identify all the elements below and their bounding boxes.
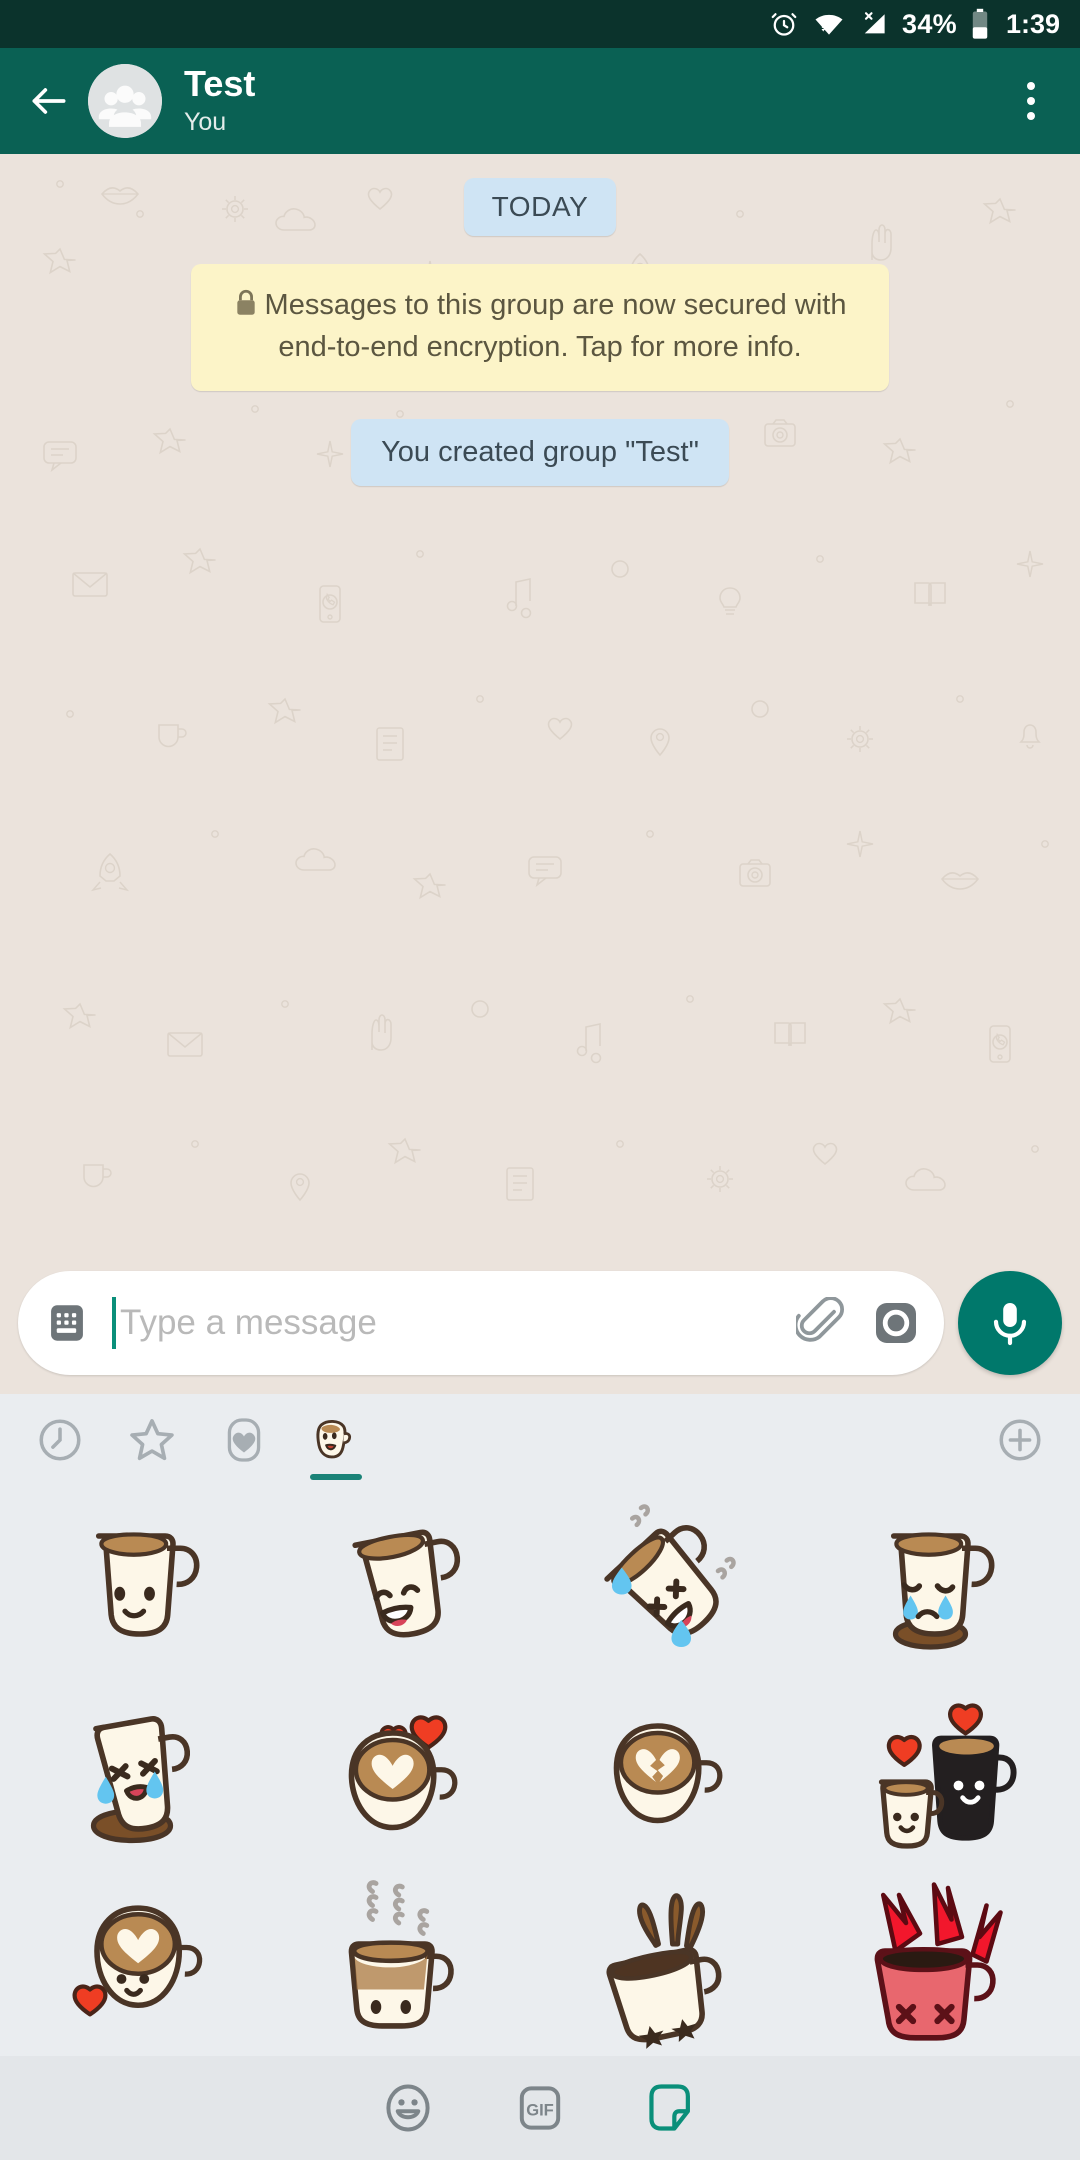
sticker-steaming-cup[interactable] [275,1866,540,2056]
chat-title: Test [184,63,256,105]
chat-message-area: TODAY Messages to this group are now sec… [0,154,1080,1394]
gif-tab-button[interactable]: GIF [503,2071,577,2145]
emoji-tab-button[interactable] [371,2071,445,2145]
picker-bottom-bar: GIF [0,2056,1080,2160]
sticker-crying-cup[interactable] [805,1486,1070,1676]
system-message-bubble: You created group "Test" [351,418,729,486]
date-divider-chip: TODAY [463,178,617,236]
battery-icon [970,8,990,40]
sticker-smiling-cup[interactable] [10,1486,275,1676]
sticker-tab-recents[interactable] [14,1394,106,1486]
lock-icon [234,289,258,328]
voice-record-button[interactable] [958,1271,1062,1375]
sticker-tab-starred[interactable] [106,1394,198,1486]
clock-time-label: 1:39 [1005,8,1060,39]
heart-icon [227,1418,261,1462]
plus-icon [999,1419,1041,1461]
keyboard-icon[interactable] [44,1300,90,1346]
encryption-notice-bubble[interactable]: Messages to this group are now secured w… [191,264,889,391]
sticker-latte-heart-cup[interactable] [275,1676,540,1866]
sticker-broken-heart-latte[interactable] [540,1676,805,1866]
encryption-notice-text: Messages to this group are now secured w… [264,289,847,363]
cellular-no-sim-icon [859,9,889,39]
group-avatar-icon [88,64,162,138]
camera-button[interactable] [870,1297,922,1349]
attach-button[interactable] [796,1297,848,1349]
sticker-tab-favorites[interactable] [198,1394,290,1486]
sticker-grid [0,1486,1080,2056]
message-input-field[interactable]: Type a message [120,1303,796,1343]
sticker-picker-panel [0,1394,1080,2056]
chat-title-block[interactable]: Test You [184,63,1004,137]
overflow-menu-icon [1027,82,1035,90]
system-message-text: You created group "Test" [381,435,699,468]
sticker-tab-coffee-pack[interactable] [290,1394,382,1486]
overflow-menu-button[interactable] [1004,70,1058,132]
overflow-menu-icon [1027,97,1035,105]
gif-label: GIF [526,2101,554,2120]
microphone-icon [993,1303,1027,1346]
text-cursor [112,1297,116,1349]
sticker-angry-red-cup[interactable] [805,1866,1070,2056]
sticker-pack-tabs [0,1394,1080,1486]
overflow-menu-icon [1027,112,1035,120]
alarm-clock-icon [769,9,799,39]
sticker-tab-button[interactable] [635,2071,709,2145]
coffee-cup-icon [316,1419,352,1459]
wifi-icon [812,9,846,39]
status-bar: 34% 1:39 [0,0,1080,48]
group-avatar[interactable] [88,64,162,138]
star-icon [130,1419,174,1461]
chat-subtitle: You [184,107,227,136]
sticker-laughing-crying-cup[interactable] [540,1486,805,1676]
sticker-latte-art-heart-face[interactable] [10,1866,275,2056]
sticker-icon [649,2084,690,2131]
back-button[interactable] [22,74,76,128]
clock-icon [39,1419,81,1461]
emoji-smiley-icon [386,2084,430,2132]
sticker-couple-mugs[interactable] [805,1676,1070,1866]
sticker-sobbing-cup[interactable] [10,1676,275,1866]
app-bar: Test You [0,48,1080,154]
message-input-bar: Type a message [0,1264,1080,1394]
battery-percent-label: 34% [902,8,957,39]
add-sticker-pack-button[interactable] [974,1394,1066,1486]
whatsapp-chat-screen: 34% 1:39 Test You TODAY Messages to this… [0,0,1080,2160]
gif-icon: GIF [519,2086,561,2130]
sticker-splashing-coffee[interactable] [540,1866,805,2056]
message-input-pill[interactable]: Type a message [18,1271,944,1375]
active-tab-indicator [310,1474,362,1480]
sticker-laughing-cup[interactable] [275,1486,540,1676]
